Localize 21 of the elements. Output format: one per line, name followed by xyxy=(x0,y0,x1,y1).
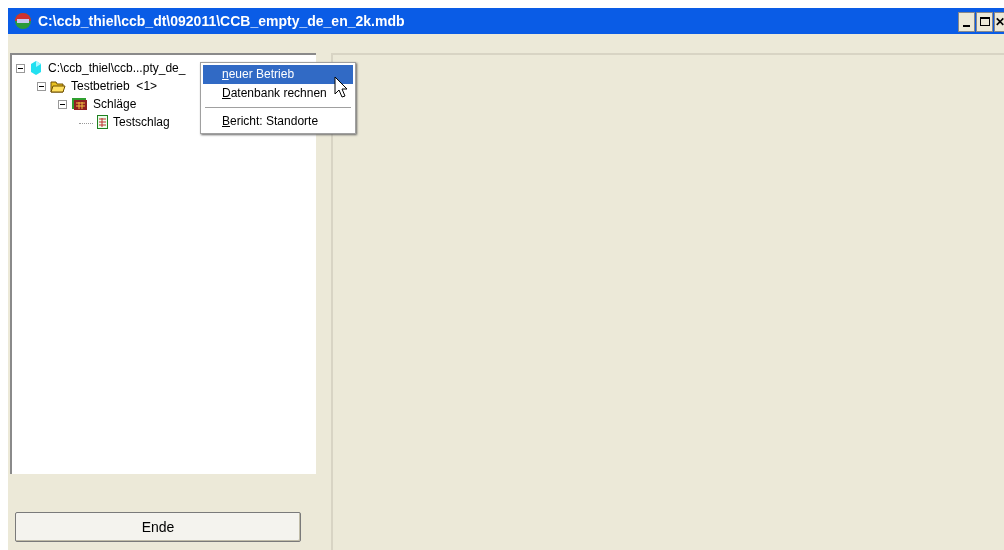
close-button[interactable]: ✕ xyxy=(994,11,1004,32)
maximize-button[interactable] xyxy=(976,11,993,32)
collapse-toggle-icon[interactable] xyxy=(16,63,25,73)
tree-item[interactable]: Testbetrieb <1> xyxy=(70,77,159,95)
menu-item[interactable]: Datenbank rechnen xyxy=(203,84,353,103)
document-icon xyxy=(97,115,108,129)
collapse-toggle-icon[interactable] xyxy=(58,99,67,109)
tree-item[interactable]: C:\ccb_thiel\ccb...pty_de_ xyxy=(47,59,187,77)
menu-item[interactable]: Bericht: Standorte xyxy=(203,112,353,131)
tree-item[interactable]: Testschlag xyxy=(112,113,171,131)
menu-item[interactable]: neuer Betrieb xyxy=(203,65,353,84)
grid-folder-icon xyxy=(71,97,88,111)
cube-icon xyxy=(29,60,43,76)
window-title: C:\ccb_thiel\ccb_dt\092011\CCB_empty_de_en_2k.mdb xyxy=(38,11,405,31)
exit-button[interactable]: Ende xyxy=(15,512,301,542)
mouse-cursor-icon xyxy=(334,76,348,98)
minimize-button[interactable] xyxy=(958,11,975,32)
app-icon xyxy=(14,12,32,30)
tree-item[interactable]: Schläge xyxy=(92,95,138,113)
collapse-toggle-icon[interactable] xyxy=(37,81,46,91)
folder-icon xyxy=(50,79,66,93)
